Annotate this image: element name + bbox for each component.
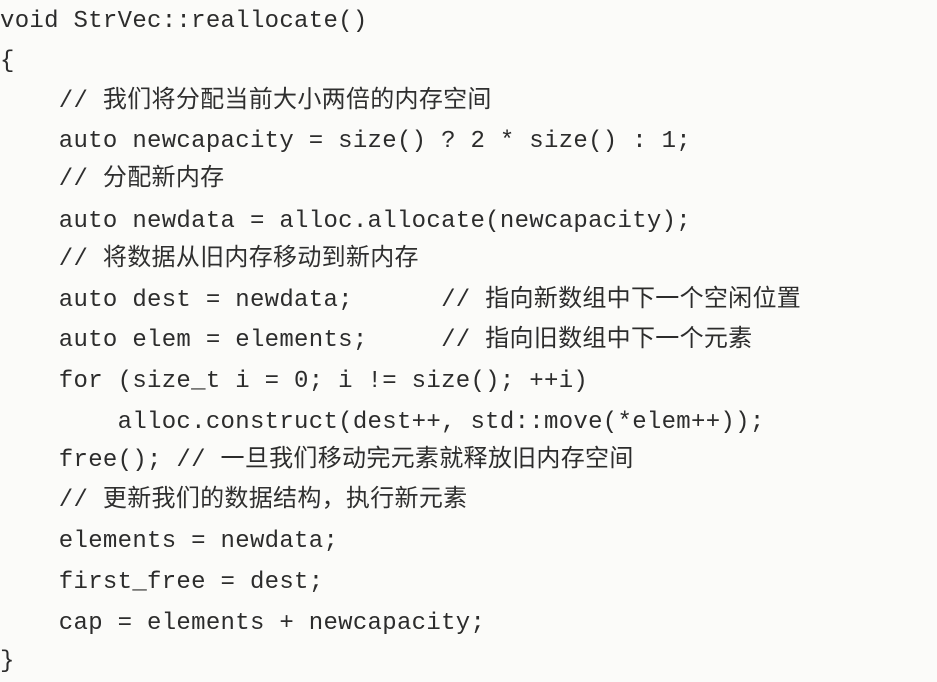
code-line-5: // 分配新内存 bbox=[0, 166, 225, 193]
code-line-15: first_free = dest; bbox=[0, 569, 324, 596]
code-line-16: cap = elements + newcapacity; bbox=[0, 610, 486, 637]
code-line-12: free(); // 一旦我们移动完元素就释放旧内存空间 bbox=[0, 447, 634, 474]
code-line-17: } bbox=[0, 648, 15, 675]
code-line-4: auto newcapacity = size() ? 2 * size() :… bbox=[0, 128, 692, 155]
code-line-2: { bbox=[0, 48, 15, 75]
code-line-8: auto dest = newdata; // 指向新数组中下一个空闲位置 bbox=[0, 287, 802, 314]
code-line-9: auto elem = elements; // 指向旧数组中下一个元素 bbox=[0, 327, 753, 354]
code-line-3: // 我们将分配当前大小两倍的内存空间 bbox=[0, 88, 492, 115]
code-line-11: alloc.construct(dest++, std::move(*elem+… bbox=[0, 409, 765, 436]
code-line-13: // 更新我们的数据结构，执行新元素 bbox=[0, 487, 468, 514]
code-listing: void StrVec::reallocate() { // 我们将分配当前大小… bbox=[0, 0, 937, 678]
code-line-6: auto newdata = alloc.allocate(newcapacit… bbox=[0, 208, 692, 235]
code-line-7: // 将数据从旧内存移动到新内存 bbox=[0, 246, 419, 273]
code-line-1: void StrVec::reallocate() bbox=[0, 8, 368, 35]
code-line-10: for (size_t i = 0; i != size(); ++i) bbox=[0, 368, 589, 395]
code-line-14: elements = newdata; bbox=[0, 528, 339, 555]
